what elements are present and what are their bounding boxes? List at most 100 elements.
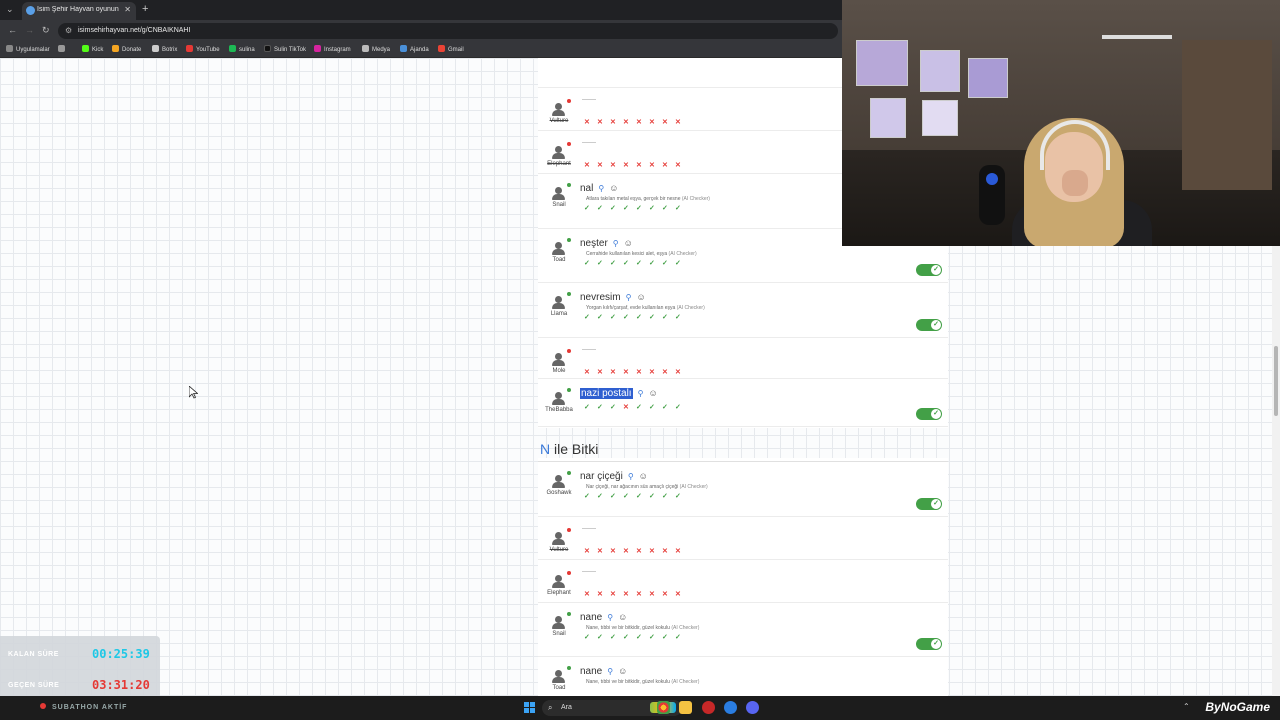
new-tab-icon[interactable]: + bbox=[142, 3, 148, 15]
app-icon[interactable] bbox=[702, 701, 715, 714]
poster-image bbox=[920, 50, 960, 92]
vote-reject-icon: ✕ bbox=[675, 548, 681, 555]
search-icon[interactable]: ⚲ bbox=[607, 667, 613, 676]
vote-approve-icon: ✓ bbox=[662, 404, 668, 411]
bookmark-kick[interactable]: Kick bbox=[82, 45, 103, 53]
react-emoji-icon[interactable]: ☺ bbox=[648, 388, 657, 398]
vote-approve-icon: ✓ bbox=[584, 260, 590, 267]
vote-approve-icon: ✓ bbox=[675, 404, 681, 411]
vote-reject-icon: ✕ bbox=[623, 548, 629, 555]
player-status-dot bbox=[567, 142, 571, 146]
vote-reject-icon: ✕ bbox=[584, 591, 590, 598]
bookmark-apps[interactable]: Uygulamalar bbox=[6, 45, 50, 53]
vote-reject-icon: ✕ bbox=[610, 119, 616, 126]
bookmark-instagram[interactable]: Instagram bbox=[314, 45, 351, 53]
vote-approve-icon: ✓ bbox=[610, 634, 616, 641]
answer-text: nazi postalı ⚲ ☺ bbox=[580, 388, 658, 399]
empty-answer-dash bbox=[582, 142, 596, 143]
poster-image bbox=[922, 100, 958, 136]
react-emoji-icon[interactable]: ☺ bbox=[636, 292, 645, 302]
answer-row: Goshawk nar çiçeği ⚲ ☺ Nar çiçeği, nar ağacı… bbox=[538, 462, 948, 517]
search-icon[interactable]: ⚲ bbox=[628, 472, 634, 481]
react-emoji-icon[interactable]: ☺ bbox=[618, 666, 627, 676]
vote-approve-icon: ✓ bbox=[649, 404, 655, 411]
player-name: TheBabba bbox=[545, 407, 573, 413]
accept-toggle[interactable] bbox=[916, 638, 942, 650]
bookmark-tiktok[interactable]: Sulin TikTok bbox=[264, 45, 306, 53]
bookmark-grid-icon[interactable] bbox=[58, 45, 68, 53]
vote-reject-icon: ✕ bbox=[649, 548, 655, 555]
user-avatar-icon bbox=[552, 353, 565, 366]
bookmark-ajanda[interactable]: Ajanda bbox=[400, 45, 429, 53]
bookmark-botrix[interactable]: Botrix bbox=[152, 45, 177, 53]
bookmark-gmail[interactable]: Gmail bbox=[438, 45, 464, 53]
vote-approve-icon: ✓ bbox=[649, 205, 655, 212]
answer-row: Vulture ✕ ✕ ✕ ✕ ✕ ✕ ✕ ✕ bbox=[538, 517, 948, 560]
bookmark-sulina[interactable]: sulina bbox=[229, 45, 255, 53]
search-icon[interactable]: ⚲ bbox=[598, 184, 604, 193]
player-status-dot bbox=[567, 471, 571, 475]
section-divider bbox=[538, 461, 948, 462]
ai-checker-note: Nane, tıbbi ve bir bitkidir, güzel kokul… bbox=[586, 679, 700, 685]
windows-start-icon[interactable] bbox=[524, 702, 535, 713]
chrome-icon[interactable] bbox=[657, 701, 670, 714]
vote-approve-icon: ✓ bbox=[623, 205, 629, 212]
player-name: Llama bbox=[550, 311, 568, 317]
answer-row: Mole ✕ ✕ ✕ ✕ ✕ ✕ ✕ ✕ bbox=[538, 338, 948, 379]
vote-approve-icon: ✓ bbox=[623, 493, 629, 500]
react-emoji-icon[interactable]: ☺ bbox=[639, 471, 648, 481]
app-icon[interactable] bbox=[724, 701, 737, 714]
back-icon[interactable]: ← bbox=[8, 25, 17, 35]
accept-toggle[interactable] bbox=[916, 498, 942, 510]
vote-approve-icon: ✓ bbox=[584, 493, 590, 500]
accept-toggle[interactable] bbox=[916, 408, 942, 420]
live-dot-icon bbox=[40, 703, 46, 709]
remaining-time: 00:25:39 bbox=[92, 647, 150, 661]
search-icon[interactable]: ⚲ bbox=[638, 389, 644, 398]
close-tab-icon[interactable]: ✕ bbox=[124, 5, 131, 14]
vote-reject-icon: ✕ bbox=[610, 548, 616, 555]
tab-list-icon[interactable]: ⌄ bbox=[6, 4, 14, 15]
vote-approve-icon: ✓ bbox=[584, 634, 590, 641]
user-avatar-icon bbox=[552, 103, 565, 116]
accept-toggle[interactable] bbox=[916, 264, 942, 276]
browser-tab[interactable]: İsim Şehir Hayvan oyununa kat ✕ bbox=[22, 2, 136, 20]
system-tray-chevron-icon[interactable]: ⌃ bbox=[1183, 702, 1190, 711]
vote-approve-icon: ✓ bbox=[597, 314, 603, 321]
forward-icon[interactable]: → bbox=[25, 25, 34, 35]
search-icon[interactable]: ⚲ bbox=[613, 239, 619, 248]
scrollbar-thumb[interactable] bbox=[1274, 346, 1278, 416]
react-emoji-icon[interactable]: ☺ bbox=[609, 183, 618, 193]
bookmark-youtube[interactable]: YouTube bbox=[186, 45, 220, 53]
vote-reject-icon: ✕ bbox=[623, 591, 629, 598]
vote-reject-icon: ✕ bbox=[610, 369, 616, 376]
vote-reject-icon: ✕ bbox=[584, 548, 590, 555]
tab-title: İsim Şehir Hayvan oyununa kat bbox=[37, 6, 119, 13]
react-emoji-icon[interactable]: ☺ bbox=[624, 238, 633, 248]
user-avatar-icon bbox=[552, 296, 565, 309]
vote-marks: ✕ ✕ ✕ ✕ ✕ ✕ ✕ ✕ bbox=[584, 119, 688, 127]
user-avatar-icon bbox=[552, 575, 565, 588]
site-info-icon[interactable]: ⚙ bbox=[65, 26, 72, 35]
vote-approve-icon: ✓ bbox=[584, 205, 590, 212]
vote-approve-icon: ✓ bbox=[675, 260, 681, 267]
discord-icon[interactable] bbox=[746, 701, 759, 714]
file-explorer-icon[interactable] bbox=[679, 701, 692, 714]
reload-icon[interactable]: ↻ bbox=[42, 25, 50, 36]
bookmark-donate[interactable]: Donate bbox=[112, 45, 141, 53]
vote-marks: ✕ ✕ ✕ ✕ ✕ ✕ ✕ ✕ bbox=[584, 369, 688, 377]
vote-approve-icon: ✓ bbox=[636, 205, 642, 212]
accept-toggle[interactable] bbox=[916, 319, 942, 331]
search-icon[interactable]: ⚲ bbox=[626, 293, 632, 302]
address-bar[interactable]: ⚙ isimsehirhayvan.net/g/CNBAIKNAHI bbox=[58, 23, 838, 39]
bookmark-medya[interactable]: Medya bbox=[362, 45, 390, 53]
vote-approve-icon: ✓ bbox=[636, 634, 642, 641]
vote-reject-icon: ✕ bbox=[597, 548, 603, 555]
vote-approve-icon: ✓ bbox=[649, 634, 655, 641]
vote-marks: ✓ ✓ ✓ ✓ ✓ ✓ ✓ ✓ bbox=[584, 314, 688, 322]
react-emoji-icon[interactable]: ☺ bbox=[618, 612, 627, 622]
elapsed-time: 03:31:20 bbox=[92, 678, 150, 692]
vote-approve-icon: ✓ bbox=[584, 404, 590, 411]
search-icon[interactable]: ⚲ bbox=[607, 613, 613, 622]
site-favicon-icon bbox=[26, 6, 35, 15]
